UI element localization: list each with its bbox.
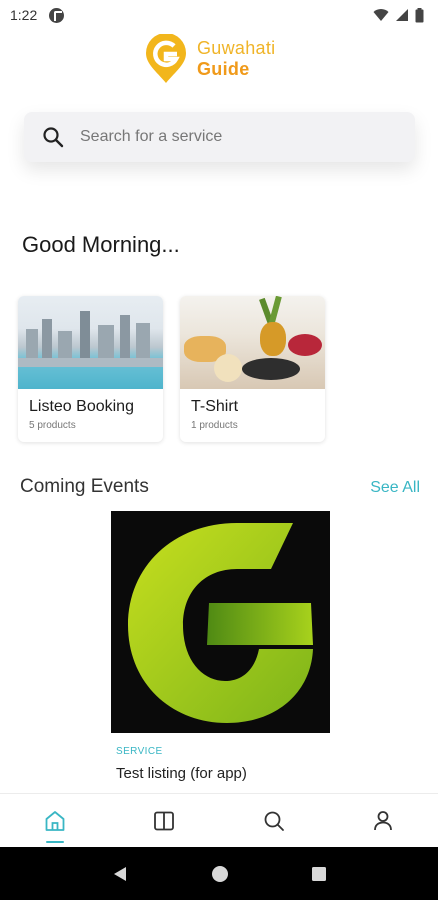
search-input[interactable] (80, 128, 380, 146)
category-count: 1 products (191, 420, 238, 431)
nav-search[interactable] (219, 794, 329, 847)
home-circle-icon[interactable] (211, 865, 229, 883)
back-icon[interactable] (111, 865, 129, 883)
status-time: 1:22 (10, 7, 38, 23)
event-logo-g-icon (128, 523, 313, 723)
status-icons (373, 7, 424, 23)
wifi-icon (373, 9, 389, 21)
status-bar: 1:22 (0, 0, 438, 30)
category-title: Listeo Booking (29, 398, 134, 415)
logo-pin-icon (146, 34, 186, 83)
event-category: SERVICE (116, 746, 163, 757)
signal-icon (396, 9, 408, 21)
recents-icon[interactable] (311, 866, 327, 882)
book-icon (154, 811, 175, 830)
see-all-link[interactable]: See All (370, 479, 420, 497)
notification-app-icon (49, 7, 65, 23)
events-heading: Coming Events (20, 476, 149, 497)
nav-listings[interactable] (110, 794, 220, 847)
system-nav-bar (0, 847, 438, 900)
category-card-t-shirt[interactable]: T-Shirt 1 products (180, 296, 325, 442)
app-logo: Guwahati Guide (143, 33, 303, 85)
search-bar[interactable] (24, 112, 415, 162)
greeting-heading: Good Morning... (22, 232, 180, 257)
search-icon (264, 811, 284, 831)
category-count: 5 products (29, 420, 76, 431)
bottom-nav (0, 793, 438, 847)
category-title: T-Shirt (191, 398, 239, 415)
home-icon (45, 810, 65, 831)
nav-home[interactable] (0, 794, 110, 847)
user-icon (374, 810, 393, 830)
battery-icon (415, 7, 424, 22)
brand-line2: Guide (197, 59, 250, 79)
search-icon (43, 127, 64, 148)
category-image (18, 296, 163, 389)
nav-profile[interactable] (329, 794, 438, 847)
category-card-listeo-booking[interactable]: Listeo Booking 5 products (18, 296, 163, 442)
category-image (180, 296, 325, 389)
event-title[interactable]: Test listing (for app) (116, 765, 247, 782)
event-card-image[interactable] (111, 511, 330, 733)
brand-line1: Guwahati (197, 38, 276, 58)
